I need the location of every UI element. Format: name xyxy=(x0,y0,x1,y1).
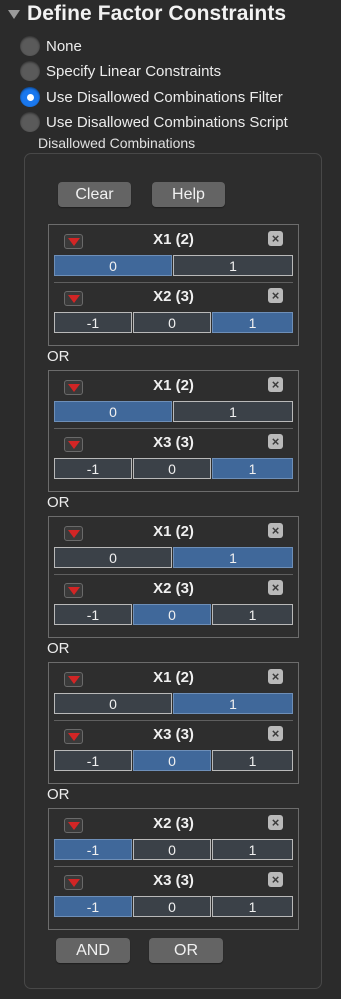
radio-label: Specify Linear Constraints xyxy=(46,62,222,80)
factor-row: X3 (3) × -1 0 1 xyxy=(49,428,298,484)
radio-label: Use Disallowed Combinations Filter xyxy=(46,88,283,106)
radio-label: Use Disallowed Combinations Script xyxy=(46,113,288,131)
level-button[interactable]: 1 xyxy=(173,255,293,276)
level-button[interactable]: 0 xyxy=(133,750,211,771)
radio-disallowed-filter[interactable]: Use Disallowed Combinations Filter xyxy=(20,86,283,108)
factor-row: X1 (2) × 0 1 xyxy=(49,225,298,281)
combination-group: X1 (2) × 0 1 X3 (3) × -1 0 1 xyxy=(48,370,299,492)
or-separator-label: OR xyxy=(47,640,70,657)
factor-row: X1 (2) × 0 1 xyxy=(49,371,298,427)
level-selector: -1 0 1 xyxy=(54,750,293,771)
radio-button-icon[interactable] xyxy=(20,61,40,81)
factor-name: X2 (3) xyxy=(153,815,194,832)
level-button[interactable]: 1 xyxy=(173,401,293,422)
level-button[interactable]: 0 xyxy=(133,896,211,917)
level-selector: -1 0 1 xyxy=(54,896,293,917)
factor-row: X2 (3) × -1 0 1 xyxy=(49,809,298,865)
combination-group: X2 (3) × -1 0 1 X3 (3) × -1 0 1 xyxy=(48,808,299,930)
level-selector: 01 xyxy=(54,255,293,276)
level-button[interactable]: 1 xyxy=(212,839,293,860)
section-title: Define Factor Constraints xyxy=(27,2,287,25)
factor-row: X3 (3) × -1 0 1 xyxy=(49,866,298,922)
disclosure-triangle-icon[interactable] xyxy=(8,10,20,19)
radio-none[interactable]: None xyxy=(20,35,82,57)
factor-row: X2 (3) × -1 0 1 xyxy=(49,282,298,338)
level-button[interactable]: -1 xyxy=(54,312,132,333)
level-button[interactable]: 1 xyxy=(173,547,293,568)
or-button[interactable]: OR xyxy=(149,938,223,963)
remove-factor-icon[interactable]: × xyxy=(268,726,283,741)
level-button[interactable]: 1 xyxy=(212,896,293,917)
disallowed-combinations-label: Disallowed Combinations xyxy=(38,135,196,151)
level-button[interactable]: 0 xyxy=(133,839,211,860)
level-button[interactable]: 1 xyxy=(212,312,293,333)
radio-button-selected-icon[interactable] xyxy=(20,87,40,107)
level-button[interactable]: 0 xyxy=(133,458,211,479)
factor-name: X1 (2) xyxy=(153,523,194,540)
level-button[interactable]: -1 xyxy=(54,458,132,479)
level-selector: -1 0 1 xyxy=(54,604,293,625)
remove-factor-icon[interactable]: × xyxy=(268,288,283,303)
level-selector: 01 xyxy=(54,693,293,714)
radio-button-icon[interactable] xyxy=(20,36,40,56)
level-button[interactable]: 0 xyxy=(54,547,172,568)
factor-name: X3 (3) xyxy=(153,434,194,451)
factor-name: X3 (3) xyxy=(153,726,194,743)
radio-disallowed-script[interactable]: Use Disallowed Combinations Script xyxy=(20,111,288,133)
remove-factor-icon[interactable]: × xyxy=(268,377,283,392)
combination-group: X1 (2) × 0 1 X3 (3) × -1 0 1 xyxy=(48,662,299,784)
factor-row: X2 (3) × -1 0 1 xyxy=(49,574,298,630)
radio-button-icon[interactable] xyxy=(20,112,40,132)
factor-name: X1 (2) xyxy=(153,231,194,248)
factor-row: X3 (3) × -1 0 1 xyxy=(49,720,298,776)
level-button[interactable]: -1 xyxy=(54,896,132,917)
factor-name: X2 (3) xyxy=(153,288,194,305)
level-selector: -1 0 1 xyxy=(54,312,293,333)
and-button[interactable]: AND xyxy=(56,938,130,963)
level-button[interactable]: 1 xyxy=(212,458,293,479)
level-button[interactable]: 0 xyxy=(54,255,172,276)
factor-name: X2 (3) xyxy=(153,580,194,597)
help-button[interactable]: Help xyxy=(152,182,225,207)
level-button[interactable]: 1 xyxy=(173,693,293,714)
level-selector: 01 xyxy=(54,547,293,568)
remove-factor-icon[interactable]: × xyxy=(268,669,283,684)
or-separator-label: OR xyxy=(47,786,70,803)
factor-row: X1 (2) × 0 1 xyxy=(49,663,298,719)
level-button[interactable]: 0 xyxy=(54,693,172,714)
level-button[interactable]: -1 xyxy=(54,839,132,860)
level-button[interactable]: 0 xyxy=(133,604,211,625)
factor-row: X1 (2) × 0 1 xyxy=(49,517,298,573)
level-button[interactable]: -1 xyxy=(54,750,132,771)
or-separator-label: OR xyxy=(47,348,70,365)
level-button[interactable]: -1 xyxy=(54,604,132,625)
level-selector: 01 xyxy=(54,401,293,422)
factor-name: X3 (3) xyxy=(153,872,194,889)
level-selector: -1 0 1 xyxy=(54,839,293,860)
radio-label: None xyxy=(46,37,82,55)
level-button[interactable]: 0 xyxy=(54,401,172,422)
section-header[interactable]: Define Factor Constraints xyxy=(0,0,341,32)
combination-group: X1 (2) × 0 1 X2 (3) × -1 0 1 xyxy=(48,516,299,638)
level-button[interactable]: 1 xyxy=(212,750,293,771)
remove-factor-icon[interactable]: × xyxy=(268,580,283,595)
level-button[interactable]: 0 xyxy=(133,312,211,333)
level-selector: -1 0 1 xyxy=(54,458,293,479)
remove-factor-icon[interactable]: × xyxy=(268,872,283,887)
combination-group: X1 (2) × 0 1 X2 (3) × -1 0 1 xyxy=(48,224,299,346)
factor-name: X1 (2) xyxy=(153,377,194,394)
remove-factor-icon[interactable]: × xyxy=(268,815,283,830)
level-button[interactable]: 1 xyxy=(212,604,293,625)
remove-factor-icon[interactable]: × xyxy=(268,523,283,538)
remove-factor-icon[interactable]: × xyxy=(268,434,283,449)
or-separator-label: OR xyxy=(47,494,70,511)
factor-name: X1 (2) xyxy=(153,669,194,686)
remove-factor-icon[interactable]: × xyxy=(268,231,283,246)
clear-button[interactable]: Clear xyxy=(58,182,131,207)
radio-linear-constraints[interactable]: Specify Linear Constraints xyxy=(20,60,221,82)
